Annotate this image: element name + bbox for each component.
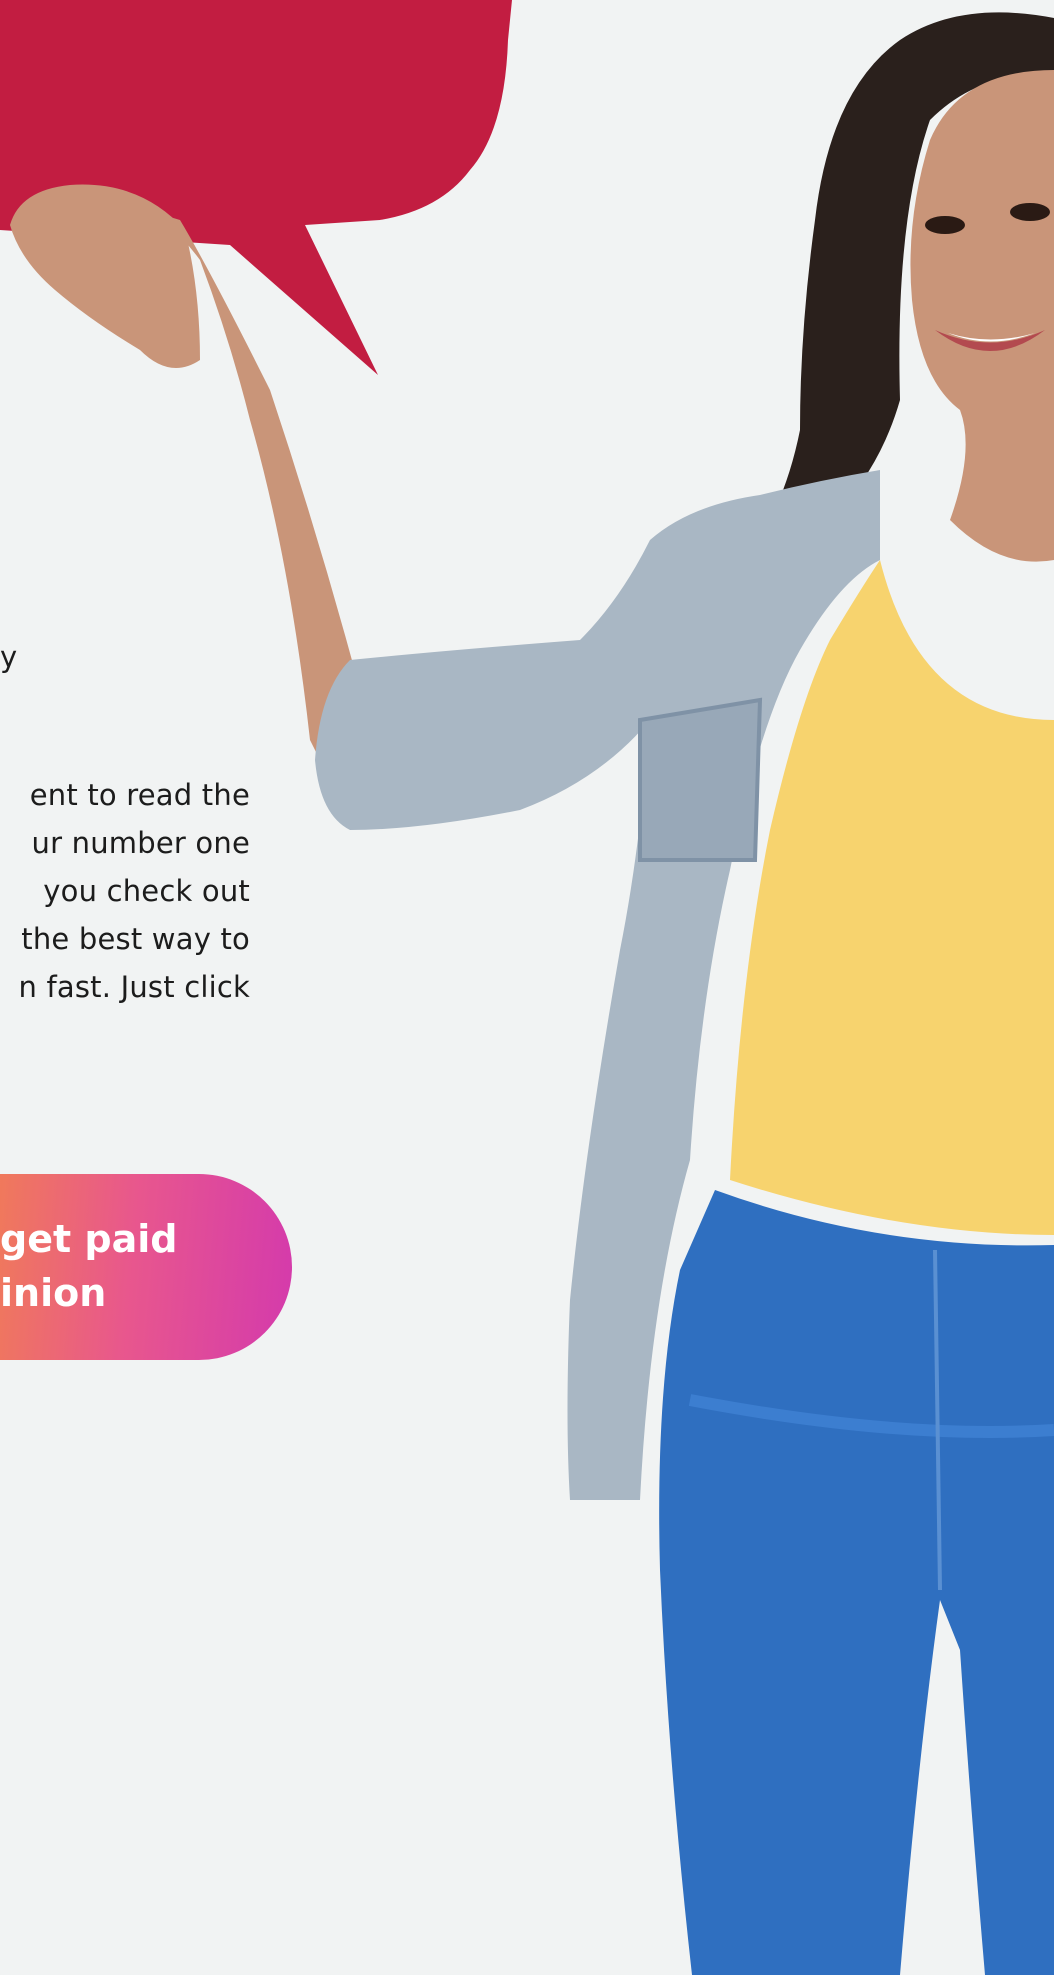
paragraph-line: the best way to xyxy=(21,922,250,956)
jeans-shape xyxy=(659,1190,1054,1975)
get-paid-cta-button[interactable]: get paid inion xyxy=(0,1174,292,1360)
paragraph-line: ur number one xyxy=(31,826,250,860)
cta-label-line-1: get paid xyxy=(0,1217,178,1261)
paragraph-line: you check out xyxy=(43,874,250,908)
paragraph-line: n fast. Just click xyxy=(18,970,250,1004)
cta-label-line-2: inion xyxy=(0,1271,107,1315)
paragraph-line: ent to read the xyxy=(29,778,250,812)
description-paragraph: ent to read the ur number one you check … xyxy=(0,771,250,1011)
partial-heading-text: y xyxy=(0,640,18,674)
